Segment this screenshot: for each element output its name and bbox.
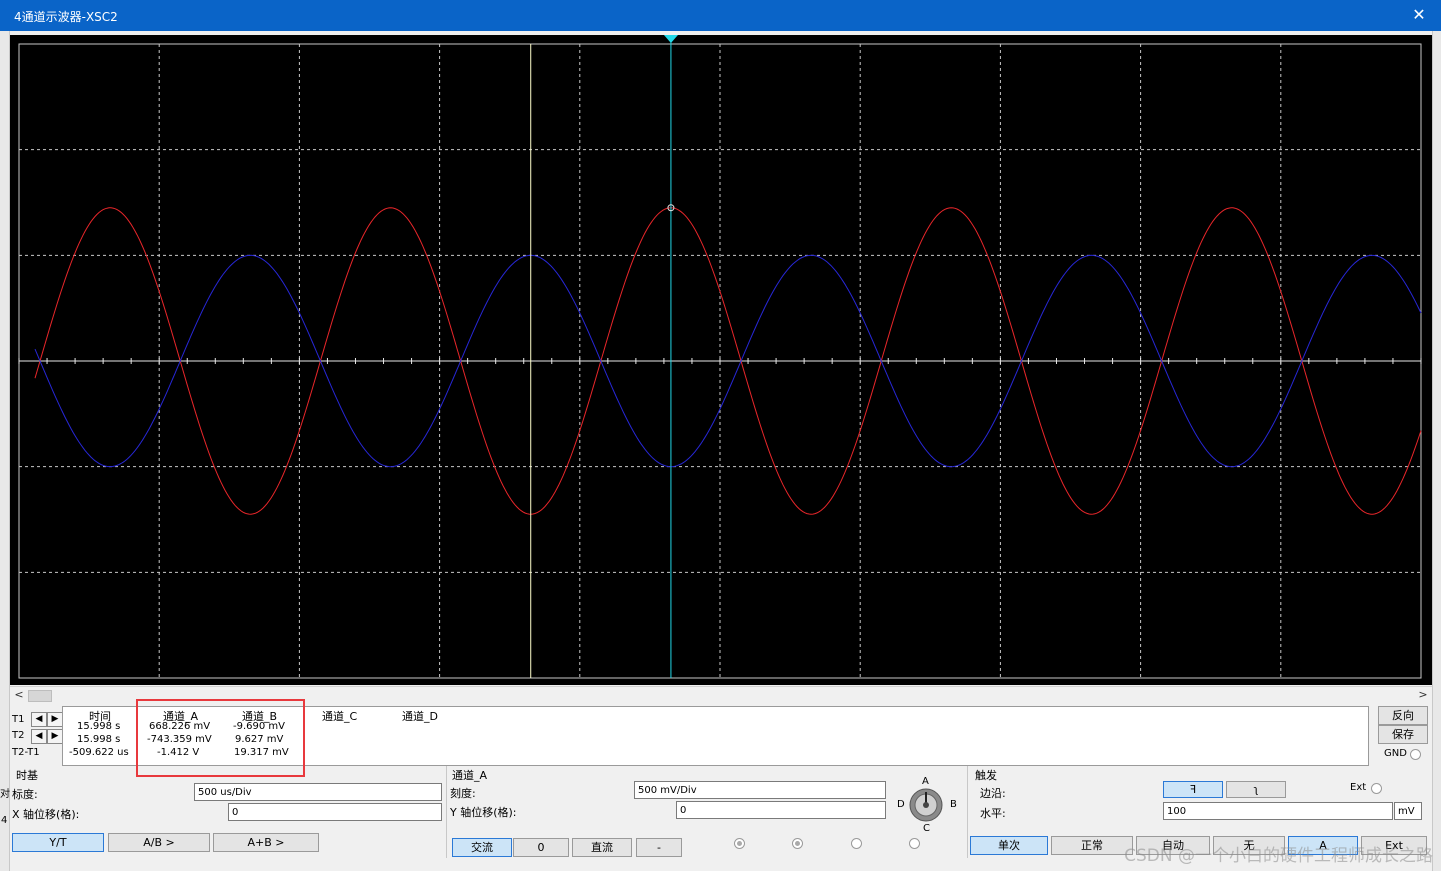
x-offset-field[interactable]: 0 xyxy=(228,803,442,821)
t2-time: 15.998 s xyxy=(77,734,121,745)
minus-button[interactable]: - xyxy=(636,838,682,857)
save-button[interactable]: 保存 xyxy=(1378,725,1428,744)
y-offset-label: Y 轴位移(格): xyxy=(450,806,517,819)
scope-plot xyxy=(18,35,1422,679)
trigger-level-field[interactable]: 100 xyxy=(1163,802,1393,820)
t2-t1-time: -509.622 us xyxy=(69,747,129,758)
header-channel-d: 通道_D xyxy=(402,710,438,723)
ext-terminal[interactable] xyxy=(1371,783,1382,794)
channel-scale-field[interactable]: 500 mV/Div xyxy=(634,781,886,799)
left-edge-glyph-top: 4 xyxy=(1,815,8,826)
rising-edge-button[interactable]: ꟻ xyxy=(1163,781,1223,798)
oscilloscope-screen[interactable] xyxy=(10,35,1432,685)
t1-label: T1 xyxy=(12,714,25,725)
ab-mode-button[interactable]: A/B > xyxy=(108,833,210,852)
trigger-title: 触发 xyxy=(975,769,997,782)
channel-selector-knob-icon[interactable] xyxy=(908,787,944,823)
divider xyxy=(967,766,968,858)
level-label: 水平: xyxy=(980,807,1006,820)
scroll-left-icon[interactable]: < xyxy=(12,688,26,702)
left-edge-strip: 对 4 xyxy=(0,31,10,871)
knob-label-b: B xyxy=(950,799,957,810)
apb-mode-button[interactable]: A+B > xyxy=(213,833,319,852)
edge-label: 边沿: xyxy=(980,787,1006,800)
channel-b-terminal[interactable] xyxy=(792,838,803,849)
gnd-label: GND xyxy=(1384,748,1407,759)
knob-label-d: D xyxy=(897,799,905,810)
divider xyxy=(446,766,447,858)
trigger-level-unit[interactable]: mV xyxy=(1394,802,1422,820)
highlight-box xyxy=(136,699,305,777)
reverse-button[interactable]: 反向 xyxy=(1378,706,1428,725)
t2-right-arrow-icon[interactable]: ▶ xyxy=(47,729,63,744)
t1-time: 15.998 s xyxy=(77,721,121,732)
timebase-scale-label: 标度: xyxy=(12,788,38,801)
channel-d-terminal[interactable] xyxy=(909,838,920,849)
t1-right-arrow-icon[interactable]: ▶ xyxy=(47,712,63,727)
x-offset-label: X 轴位移(格): xyxy=(12,808,80,821)
t2-left-arrow-icon[interactable]: ◀ xyxy=(31,729,47,744)
ac-coupling-button[interactable]: 交流 xyxy=(452,838,512,857)
ext-label: Ext xyxy=(1350,782,1367,793)
scroll-right-icon[interactable]: > xyxy=(1416,688,1430,702)
scroll-thumb[interactable] xyxy=(28,690,52,702)
timebase-scale-field[interactable]: 500 us/Div xyxy=(194,783,442,801)
channel-a-terminal[interactable] xyxy=(734,838,745,849)
normal-trigger-button[interactable]: 正常 xyxy=(1051,836,1133,855)
single-trigger-button[interactable]: 单次 xyxy=(970,836,1048,855)
knob-label-c: C xyxy=(923,823,930,834)
window-title: 4通道示波器-XSC2 xyxy=(14,10,118,24)
title-bar: 4通道示波器-XSC2 ✕ xyxy=(0,0,1441,31)
watermark: CSDN @一个小白的硬件工程师成长之路 xyxy=(1124,846,1433,866)
dc-coupling-button[interactable]: 直流 xyxy=(572,838,632,857)
header-channel-c: 通道_C xyxy=(322,710,358,723)
y-offset-field[interactable]: 0 xyxy=(676,801,886,819)
t2-t1-label: T2-T1 xyxy=(12,747,40,758)
knob-label-a: A xyxy=(922,776,929,787)
cursor-t2-handle-icon xyxy=(663,35,678,43)
left-edge-glyph-mid: 对 xyxy=(0,789,10,800)
t1-left-arrow-icon[interactable]: ◀ xyxy=(31,712,47,727)
channel-title: 通道_A xyxy=(452,769,488,782)
gnd-terminal[interactable] xyxy=(1410,749,1421,760)
close-icon[interactable]: ✕ xyxy=(1407,3,1431,27)
falling-edge-button[interactable]: ʅ xyxy=(1226,781,1286,798)
timebase-title: 时基 xyxy=(16,769,38,782)
right-edge-strip xyxy=(1432,31,1441,871)
t2-label: T2 xyxy=(12,730,25,741)
channel-c-terminal[interactable] xyxy=(851,838,862,849)
channel-scale-label: 刻度: xyxy=(450,787,476,800)
zero-coupling-button[interactable]: 0 xyxy=(513,838,569,857)
yt-mode-button[interactable]: Y/T xyxy=(12,833,104,852)
